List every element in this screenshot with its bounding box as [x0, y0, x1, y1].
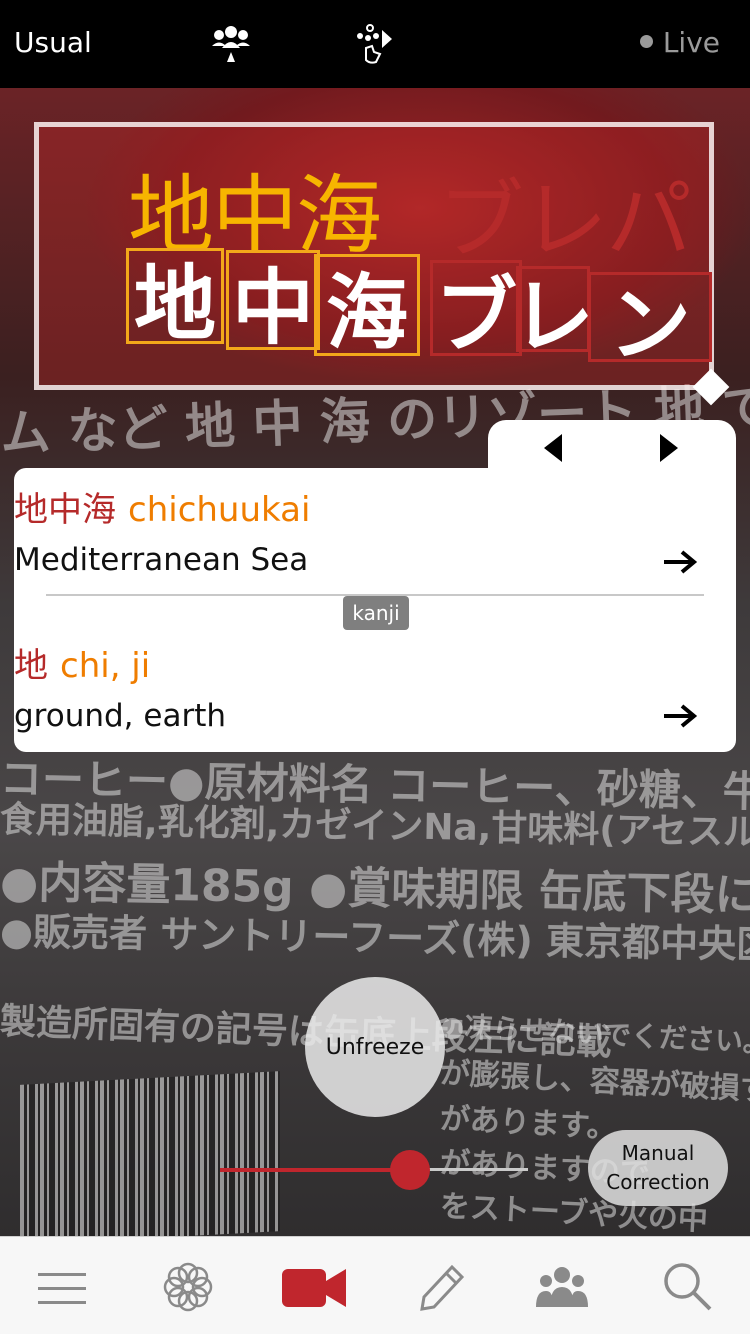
people-icon[interactable]	[532, 1259, 592, 1315]
pencil-icon[interactable]	[410, 1259, 470, 1315]
char-box[interactable]: ブ	[430, 260, 522, 364]
previous-arrow-icon[interactable]	[534, 428, 574, 468]
entry-reading: chi, ji	[60, 646, 151, 686]
slider-track-filled	[220, 1168, 410, 1172]
camera-text-line: ●販売者 サントリーフーズ(株) 東京都中央区京橋3	[0, 909, 750, 969]
dictionary-entry[interactable]: 地中海 chichuukai Mediterranean Sea	[14, 490, 708, 578]
char-box[interactable]: 中	[226, 250, 320, 356]
dictionary-entry[interactable]: 地 chi, ji ground, earth	[14, 646, 708, 734]
arrow-right-icon[interactable]	[660, 700, 700, 732]
char-box[interactable]: 地	[126, 248, 224, 352]
flower-icon[interactable]	[158, 1259, 218, 1315]
char-box[interactable]: 海	[314, 254, 420, 361]
group-user-icon[interactable]	[208, 22, 254, 66]
mode-selector[interactable]: Usual	[14, 26, 92, 59]
entry-word: 地中海	[14, 490, 116, 530]
entry-gloss: ground, earth	[14, 698, 227, 734]
slider-thumb[interactable]	[390, 1150, 430, 1190]
entry-word: 地	[14, 646, 48, 686]
bottom-tab-bar	[0, 1236, 750, 1334]
hand-pointer-icon[interactable]	[352, 22, 398, 66]
char-box[interactable]: ン	[588, 272, 712, 373]
zoom-slider[interactable]	[220, 1150, 530, 1190]
search-icon[interactable]	[656, 1259, 716, 1315]
live-label: Live	[662, 26, 720, 59]
live-dot-icon	[639, 34, 653, 48]
video-camera-icon[interactable]	[280, 1259, 350, 1315]
manual-correction-label-line1: Manual	[621, 1141, 695, 1165]
next-arrow-icon[interactable]	[648, 428, 688, 468]
manual-correction-button[interactable]: Manual Correction	[588, 1130, 728, 1206]
entry-heading: 地中海 chichuukai	[14, 490, 708, 530]
arrow-right-icon[interactable]	[660, 546, 700, 578]
char-box[interactable]: レ	[512, 266, 594, 365]
live-indicator[interactable]: Live	[639, 26, 720, 59]
menu-icon[interactable]	[32, 1259, 92, 1315]
unfreeze-button[interactable]: Unfreeze	[305, 977, 445, 1117]
entry-gloss: Mediterranean Sea	[14, 542, 309, 578]
top-bar: Usual Live	[0, 0, 750, 88]
entry-heading: 地 chi, ji	[14, 646, 708, 686]
entry-reading: chichuukai	[128, 490, 311, 530]
manual-correction-label-line2: Correction	[606, 1170, 710, 1194]
section-badge: kanji	[343, 596, 409, 630]
